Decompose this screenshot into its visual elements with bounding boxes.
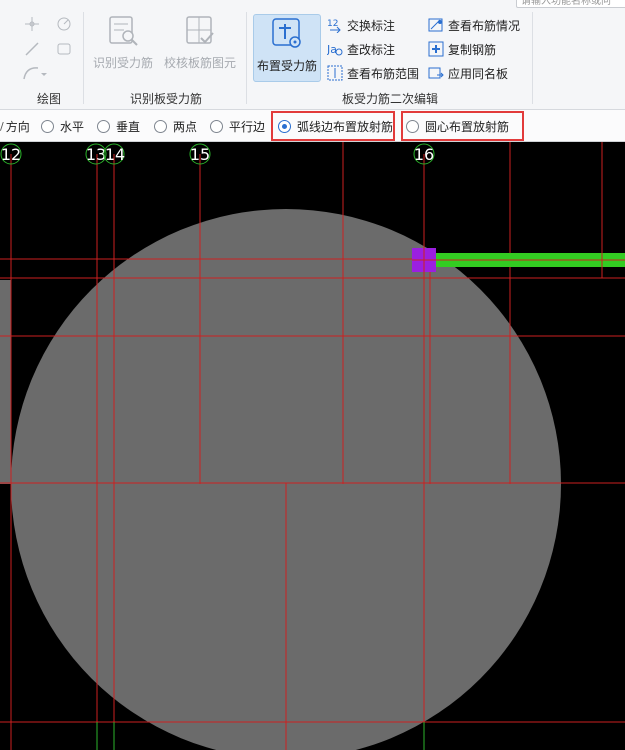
radio-horizontal[interactable]	[41, 119, 54, 133]
axis-marker-14[interactable]: 14	[103, 143, 125, 165]
check-diagram-icon	[186, 16, 214, 44]
highlight-box-center-radial	[401, 111, 524, 141]
axis-label: 13	[86, 145, 106, 164]
svg-text:12: 12	[327, 19, 338, 29]
view-status-icon	[428, 18, 443, 32]
view-range-button[interactable]: 查看布筋范围	[327, 63, 419, 83]
group-label-draw: 绘图	[37, 92, 62, 106]
axis-label: 12	[1, 145, 21, 164]
group-separator	[246, 12, 247, 104]
ribbon-toolbar: 请输入功能名称或问 绘图 识别受力筋 校核板筋图元 识别板受力筋 布置受力筋 1…	[0, 0, 625, 110]
radio-vertical[interactable]	[97, 119, 110, 133]
apply-same-slab-button[interactable]: 应用同名板	[428, 63, 508, 83]
group-separator	[83, 12, 84, 104]
radio-two-points[interactable]	[154, 119, 167, 133]
adjacent-slab	[0, 280, 11, 484]
group-label-identify: 识别板受力筋	[130, 92, 203, 106]
radio-parallel-edge[interactable]	[210, 119, 223, 133]
modify-label-icon: Ja	[327, 43, 343, 56]
axis-marker-12[interactable]: 12	[0, 143, 22, 165]
axis-marker-13[interactable]: 13	[85, 143, 107, 165]
option-direction[interactable]: / 方向	[0, 118, 30, 134]
axis-label: 14	[105, 145, 125, 164]
identify-rebar-icon	[109, 16, 138, 46]
axis-marker-16[interactable]: 16	[413, 143, 435, 165]
view-status-button[interactable]: 查看布筋情况	[428, 15, 520, 35]
axis-label: 16	[414, 145, 434, 164]
line-tool-icon[interactable]	[24, 41, 40, 61]
identify-rebar-button[interactable]: 识别受力筋	[92, 14, 154, 82]
swap-label-button[interactable]: 12 交换标注	[327, 15, 395, 35]
point-tool-icon[interactable]	[24, 16, 40, 36]
placement-options-bar: / 方向 水平 垂直 两点 平行边 弧线边布置放射筋 圆心布置放射筋	[0, 110, 625, 142]
drawing-svg: 12 13 14 15 16	[0, 142, 625, 750]
place-rebar-button[interactable]: 布置受力筋	[253, 14, 321, 82]
option-parallel-edge[interactable]: 平行边	[210, 118, 265, 134]
copy-rebar-button[interactable]: 复制钢筋	[428, 39, 496, 59]
svg-text:Ja: Ja	[327, 43, 337, 56]
check-diagram-button[interactable]: 校核板筋图元	[162, 14, 238, 82]
apply-same-slab-icon	[428, 67, 444, 79]
copy-rebar-icon	[428, 41, 444, 57]
arc-tool-icon[interactable]	[22, 65, 48, 85]
view-range-icon	[327, 65, 343, 81]
option-vertical[interactable]: 垂直	[97, 118, 140, 134]
option-two-points[interactable]: 两点	[154, 118, 197, 134]
modify-label-button[interactable]: Ja 查改标注	[327, 39, 395, 59]
rotate-point-icon[interactable]	[56, 16, 72, 36]
radio-partial-icon: /	[0, 119, 4, 133]
option-horizontal[interactable]: 水平	[41, 118, 84, 134]
place-rebar-icon	[272, 18, 301, 48]
group-separator	[532, 12, 533, 104]
rectangle-tool-icon[interactable]	[56, 41, 72, 61]
swap-label-icon: 12	[327, 19, 341, 33]
group-label-edit: 板受力筋二次编辑	[342, 92, 439, 106]
axis-label: 15	[190, 145, 210, 164]
drawing-canvas[interactable]: 12 13 14 15 16	[0, 142, 625, 750]
axis-marker-15[interactable]: 15	[189, 143, 211, 165]
function-search-input[interactable]: 请输入功能名称或问	[516, 0, 625, 8]
highlight-box-arc-radial	[271, 111, 395, 141]
